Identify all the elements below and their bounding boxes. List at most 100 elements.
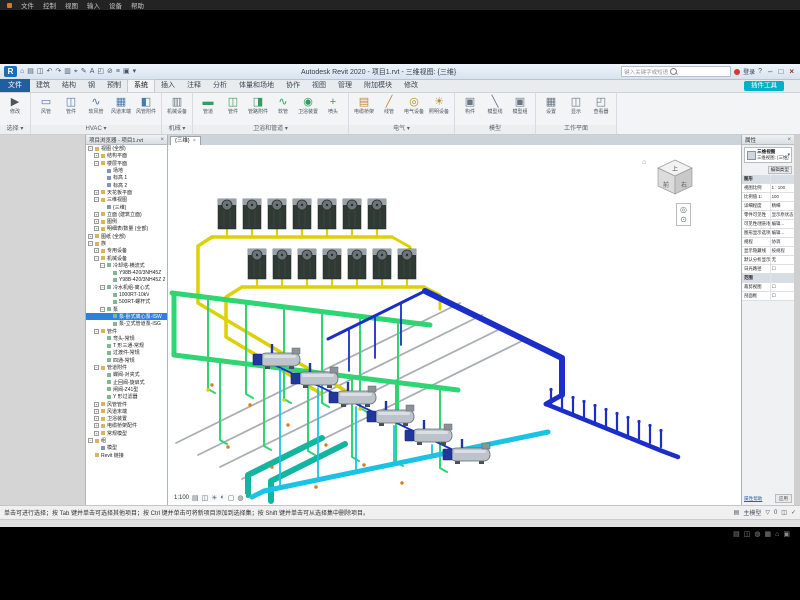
tree-expander[interactable] bbox=[100, 380, 105, 385]
tree-item[interactable]: 蝶阀-对夹式 bbox=[86, 371, 167, 378]
view-tab[interactable]: {三维} × bbox=[170, 136, 201, 145]
vm-menu-item[interactable]: 视图 bbox=[65, 0, 78, 10]
exclude-options-icon[interactable]: ✓ bbox=[791, 509, 796, 516]
tree-expander[interactable] bbox=[100, 350, 105, 355]
vm-status-icon[interactable]: ◫ bbox=[744, 531, 751, 539]
tree-expander[interactable] bbox=[100, 343, 105, 348]
tree-expander[interactable]: − bbox=[88, 146, 93, 151]
tree-expander[interactable] bbox=[100, 358, 105, 363]
tree-item[interactable]: + 风道末端 bbox=[86, 408, 167, 415]
tree-item[interactable]: Y98B-420/3NH45Z 2 bbox=[86, 276, 167, 283]
properties-help-link[interactable]: 属性帮助 bbox=[744, 496, 762, 502]
thin-lines-icon[interactable]: ≡ bbox=[116, 67, 120, 77]
ribbon-tab[interactable]: 结构 bbox=[56, 80, 82, 92]
ribbon-tab[interactable]: 体量和场地 bbox=[233, 80, 280, 92]
tree-expander[interactable] bbox=[106, 299, 111, 304]
property-value[interactable]: 显示原状态 bbox=[771, 211, 794, 219]
tree-item[interactable]: {三维} bbox=[86, 203, 167, 210]
tree-item[interactable]: 过渡件-常规 bbox=[86, 349, 167, 356]
property-value[interactable]: 编辑... bbox=[771, 220, 794, 228]
plugin-button[interactable]: 插件工具 bbox=[744, 81, 784, 91]
property-row[interactable]: 图形 bbox=[742, 175, 794, 184]
tree-expander[interactable]: − bbox=[94, 161, 99, 166]
property-value[interactable] bbox=[771, 274, 794, 282]
detail-level-icon[interactable]: ▤ bbox=[192, 494, 199, 502]
vm-menu-item[interactable]: 设备 bbox=[109, 0, 122, 10]
ribbon-tab[interactable]: 协作 bbox=[280, 80, 306, 92]
property-row[interactable]: 规程 协调 bbox=[742, 238, 794, 247]
shadows-icon[interactable]: ◐ bbox=[221, 494, 225, 502]
tree-item[interactable]: − 管件 bbox=[86, 327, 167, 334]
minimize-button[interactable]: – bbox=[768, 67, 772, 77]
tree-expander[interactable]: + bbox=[94, 153, 99, 158]
notification-icon[interactable] bbox=[734, 69, 740, 75]
chiller-units[interactable] bbox=[253, 344, 490, 464]
plumbing-fixture-icon[interactable]: ◉卫浴装置 bbox=[296, 95, 320, 115]
model-view[interactable]: ⌂ 上 前 右 ◎⊙ 1:100 bbox=[168, 145, 741, 505]
tree-item[interactable]: + 电缆桥架配件 bbox=[86, 422, 167, 429]
ribbon-group-label[interactable]: 机械 ▾ bbox=[162, 125, 192, 134]
editable-only-icon[interactable]: ◫ bbox=[781, 509, 787, 516]
switch-windows-icon[interactable]: ▣ bbox=[123, 67, 130, 77]
reveal-hidden-icon[interactable]: ◍ bbox=[237, 494, 243, 502]
model-line-icon[interactable]: ╲模型线 bbox=[483, 95, 507, 115]
tree-expander[interactable]: + bbox=[94, 409, 99, 414]
tag-icon[interactable]: ✎ bbox=[81, 67, 87, 77]
tree-item[interactable]: 500RT-螺杆式 bbox=[86, 298, 167, 305]
home-icon[interactable]: ⌂ bbox=[20, 67, 24, 77]
tree-expander[interactable] bbox=[100, 336, 105, 341]
tree-expander[interactable] bbox=[100, 372, 105, 377]
tree-item[interactable]: − 楼层平面 bbox=[86, 160, 167, 167]
ribbon-tab[interactable]: 系统 bbox=[127, 79, 155, 92]
ribbon-group-label[interactable]: 卫浴和管道 ▾ bbox=[193, 125, 348, 134]
tree-item[interactable]: + 常规模型 bbox=[86, 430, 167, 437]
tree-item[interactable]: 止回阀-旋启式 bbox=[86, 379, 167, 386]
modify-select-icon[interactable]: ▶修改 bbox=[3, 95, 27, 115]
cyan-pipes[interactable] bbox=[252, 369, 548, 497]
property-value[interactable]: ☐ bbox=[771, 283, 794, 291]
scale-button[interactable]: 1:100 bbox=[174, 495, 189, 501]
tree-expander[interactable]: + bbox=[94, 219, 99, 224]
tree-expander[interactable]: + bbox=[94, 402, 99, 407]
tree-expander[interactable]: + bbox=[94, 212, 99, 217]
tree-item[interactable]: 弯头-常规 bbox=[86, 335, 167, 342]
tree-expander[interactable] bbox=[94, 445, 99, 450]
property-value[interactable]: 100 bbox=[771, 193, 794, 201]
crop-view-icon[interactable]: ▢ bbox=[228, 494, 235, 502]
cooling-tower-row-2[interactable] bbox=[248, 249, 416, 279]
duct-fitting-icon[interactable]: ◫管件 bbox=[59, 95, 83, 115]
tree-expander[interactable]: − bbox=[94, 197, 99, 202]
property-row[interactable]: 日光路径 ☐ bbox=[742, 265, 794, 274]
vm-menu-item[interactable]: 输入 bbox=[87, 0, 100, 10]
search-icon[interactable] bbox=[670, 68, 677, 75]
ribbon-group-label[interactable]: HVAC ▾ bbox=[31, 125, 161, 134]
measure-icon[interactable]: ⌖ bbox=[74, 67, 78, 77]
tree-expander[interactable]: + bbox=[94, 431, 99, 436]
property-value[interactable]: 1 : 100 bbox=[771, 184, 794, 192]
view-tab-close-icon[interactable]: × bbox=[193, 137, 196, 145]
project-browser-close-icon[interactable]: × bbox=[160, 137, 164, 143]
default-3d-view-icon[interactable]: ◰ bbox=[97, 67, 104, 77]
vm-status-icon[interactable]: ⌂ bbox=[775, 531, 779, 539]
ribbon-tab[interactable]: 钢 bbox=[82, 80, 101, 92]
pipe-icon[interactable]: ▬管道 bbox=[196, 95, 220, 115]
steering-wheel-icon[interactable]: ◎ bbox=[680, 205, 687, 214]
type-selector[interactable]: 三维视图 三维视图: {三维} ▾ bbox=[744, 147, 792, 163]
ribbon-tab[interactable]: 分析 bbox=[207, 80, 233, 92]
viewcube-home-icon[interactable]: ⌂ bbox=[642, 159, 646, 166]
tree-expander[interactable]: + bbox=[88, 234, 93, 239]
tree-item[interactable]: + 结构平面 bbox=[86, 152, 167, 159]
duct-accessory-icon[interactable]: ◧风管附件 bbox=[134, 95, 158, 115]
flex-pipe-icon[interactable]: ∿软管 bbox=[271, 95, 295, 115]
air-terminal-icon[interactable]: ▦风道末端 bbox=[109, 95, 133, 115]
set-workplane-icon[interactable]: ▦设置 bbox=[539, 95, 563, 115]
tree-expander[interactable] bbox=[106, 292, 111, 297]
model-group-icon[interactable]: ▣模型组 bbox=[508, 95, 532, 115]
tree-expander[interactable] bbox=[106, 277, 111, 282]
tree-item[interactable]: + 图纸 (全部) bbox=[86, 233, 167, 240]
property-value[interactable]: 编辑... bbox=[771, 229, 794, 237]
ribbon-tab[interactable]: 修改 bbox=[398, 80, 424, 92]
vm-menu-item[interactable]: 控制 bbox=[43, 0, 56, 10]
ribbon-tab[interactable]: 附加模块 bbox=[358, 80, 398, 92]
ribbon-tab[interactable]: 注释 bbox=[181, 80, 207, 92]
